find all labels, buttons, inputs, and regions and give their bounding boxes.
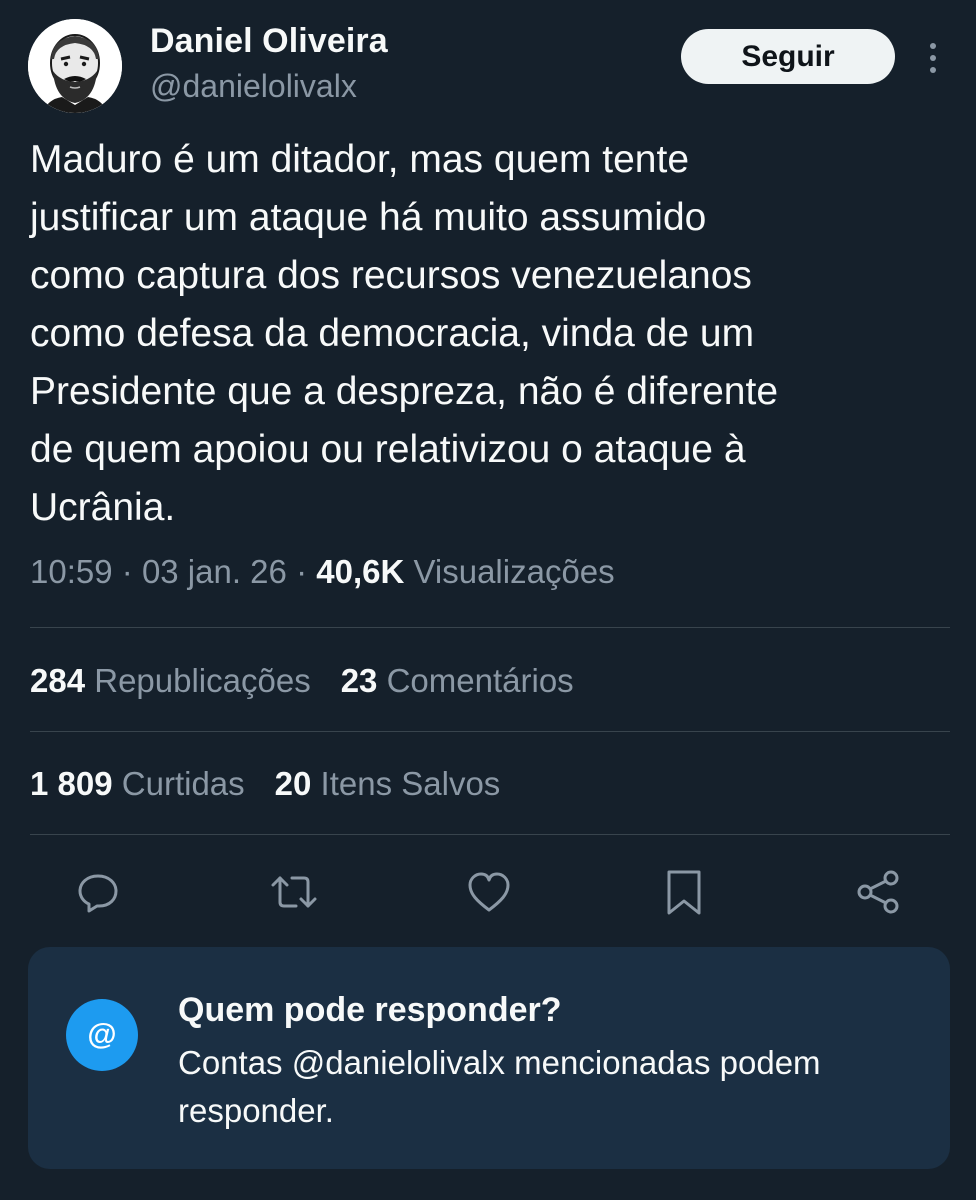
- repost-icon[interactable]: [268, 866, 320, 918]
- saves-label: Itens Salvos: [320, 765, 501, 802]
- heart-icon[interactable]: [463, 866, 515, 918]
- views-label: Visualizações: [413, 553, 615, 590]
- reposts-stat[interactable]: 284 Republicações: [30, 662, 311, 700]
- likes-count: 1 809: [30, 765, 113, 802]
- reply-icon[interactable]: [72, 866, 124, 918]
- author-name[interactable]: Daniel Oliveira: [150, 22, 388, 61]
- bookmark-icon[interactable]: [658, 866, 710, 918]
- stats-row-2: 1 809 Curtidas 20 Itens Salvos: [30, 765, 500, 803]
- tweet-date[interactable]: 03 jan. 26: [142, 553, 287, 590]
- saves-count: 20: [274, 765, 312, 802]
- avatar-illustration: [28, 19, 122, 113]
- at-sign-icon: @: [66, 999, 138, 1071]
- divider: [30, 834, 950, 835]
- tweet-text: Maduro é um ditador, mas quem tente just…: [30, 138, 779, 529]
- stats-row-1: 284 Republicações 23 Comentários: [30, 662, 574, 700]
- comments-count: 23: [340, 662, 378, 699]
- more-vertical-icon[interactable]: [916, 36, 950, 80]
- views-count: 40,6K: [316, 553, 405, 590]
- comments-stat[interactable]: 23 Comentários: [341, 662, 574, 700]
- author-handle[interactable]: @danielolivalx: [150, 68, 357, 105]
- reposts-count: 284: [30, 662, 86, 699]
- reply-restriction-body: Contas @danielolivalx mencionadas podem …: [178, 1044, 821, 1129]
- reply-restriction-title: Quem pode responder?: [178, 991, 562, 1029]
- meta-separator: ·: [296, 553, 308, 590]
- tweet-detail: Daniel Oliveira @danielolivalx Seguir Ma…: [0, 0, 976, 1200]
- action-bar: [0, 862, 976, 922]
- likes-label: Curtidas: [121, 765, 245, 802]
- avatar[interactable]: [28, 19, 122, 113]
- tweet-time[interactable]: 10:59: [30, 553, 113, 590]
- follow-button[interactable]: Seguir: [681, 29, 895, 84]
- tweet-meta: 10:59 · 03 jan. 26 · 40,6K Visualizações: [30, 553, 615, 591]
- reposts-label: Republicações: [94, 662, 311, 699]
- likes-stat[interactable]: 1 809 Curtidas: [30, 765, 245, 803]
- divider: [30, 627, 950, 628]
- share-icon[interactable]: [853, 866, 905, 918]
- comments-label: Comentários: [386, 662, 574, 699]
- meta-separator: ·: [121, 553, 133, 590]
- divider: [30, 731, 950, 732]
- reply-restriction-card[interactable]: @ Quem pode responder? Contas @danieloli…: [28, 947, 950, 1169]
- saves-stat[interactable]: 20 Itens Salvos: [275, 765, 501, 803]
